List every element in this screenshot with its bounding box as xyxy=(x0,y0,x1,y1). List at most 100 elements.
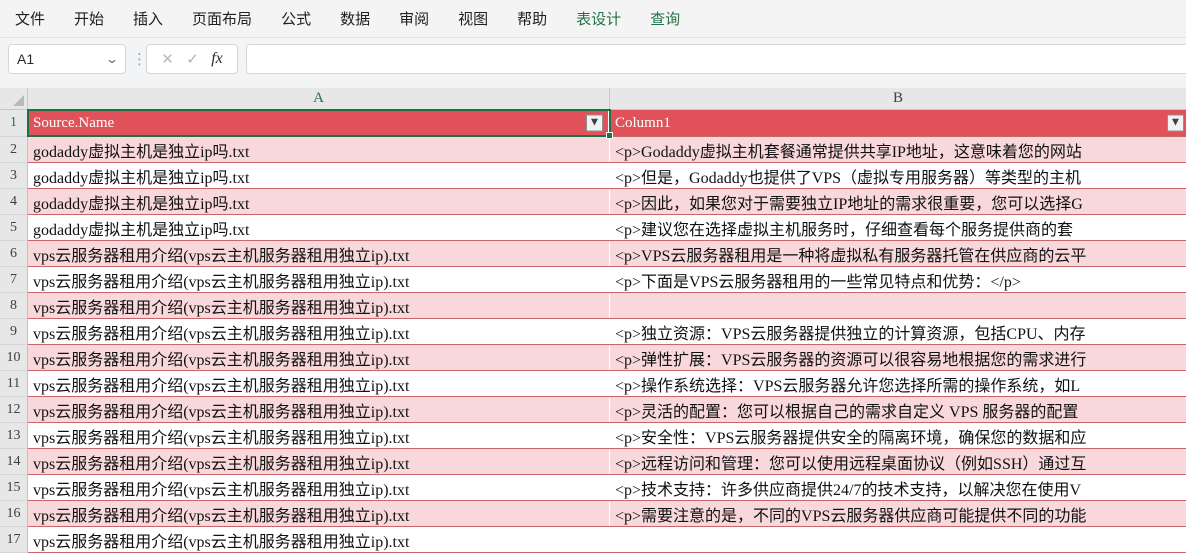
row-number[interactable]: 6 xyxy=(0,241,28,267)
row-number[interactable]: 10 xyxy=(0,345,28,371)
formula-input[interactable] xyxy=(246,44,1186,74)
cell-a[interactable]: vps云服务器租用介绍(vps云主机服务器租用独立ip).txt xyxy=(28,423,610,448)
cell-a[interactable]: vps云服务器租用介绍(vps云主机服务器租用独立ip).txt xyxy=(28,345,610,370)
row-number[interactable]: 9 xyxy=(0,319,28,345)
table-row: 16 vps云服务器租用介绍(vps云主机服务器租用独立ip).txt <p>需… xyxy=(0,501,1186,527)
row-number[interactable]: 16 xyxy=(0,501,28,527)
filter-button-b[interactable]: ▼ xyxy=(1167,115,1184,132)
cell-b[interactable] xyxy=(610,293,1186,318)
column-header-b[interactable]: B xyxy=(610,88,1186,110)
row-number[interactable]: 3 xyxy=(0,163,28,189)
table-row: 13 vps云服务器租用介绍(vps云主机服务器租用独立ip).txt <p>安… xyxy=(0,423,1186,449)
cell-b[interactable]: <p>但是，Godaddy也提供了VPS（虚拟专用服务器）等类型的主机 xyxy=(610,163,1186,188)
table-row: 4 godaddy虚拟主机是独立ip吗.txt <p>因此，如果您对于需要独立I… xyxy=(0,189,1186,215)
header-cell-column1[interactable]: Column1 ▼ xyxy=(610,110,1186,136)
table-row: 5 godaddy虚拟主机是独立ip吗.txt <p>建议您在选择虚拟主机服务时… xyxy=(0,215,1186,241)
table-row: 15 vps云服务器租用介绍(vps云主机服务器租用独立ip).txt <p>技… xyxy=(0,475,1186,501)
name-box-value: A1 xyxy=(17,51,107,67)
spreadsheet-app: 文件开始插入页面布局公式数据审阅视图帮助表设计查询 A1 ⌄ ⋮ ✕ ✓ fx … xyxy=(0,0,1186,553)
menu-item-插入[interactable]: 插入 xyxy=(133,8,163,29)
cell-b[interactable]: <p>Godaddy虚拟主机套餐通常提供共享IP地址，这意味着您的网站 xyxy=(610,137,1186,162)
row-number[interactable]: 13 xyxy=(0,423,28,449)
table-row: 9 vps云服务器租用介绍(vps云主机服务器租用独立ip).txt <p>独立… xyxy=(0,319,1186,345)
menu-item-查询[interactable]: 查询 xyxy=(650,8,680,29)
cell-b[interactable]: <p>独立资源：VPS云服务器提供独立的计算资源，包括CPU、内存 xyxy=(610,319,1186,344)
table-row: 2 godaddy虚拟主机是独立ip吗.txt <p>Godaddy虚拟主机套餐… xyxy=(0,137,1186,163)
menu-item-页面布局[interactable]: 页面布局 xyxy=(192,8,252,29)
row-number[interactable]: 2 xyxy=(0,137,28,163)
confirm-icon[interactable]: ✓ xyxy=(186,50,199,68)
cell-a[interactable]: godaddy虚拟主机是独立ip吗.txt xyxy=(28,215,610,240)
cell-a[interactable]: vps云服务器租用介绍(vps云主机服务器租用独立ip).txt xyxy=(28,449,610,474)
menu-item-帮助[interactable]: 帮助 xyxy=(517,8,547,29)
cell-b[interactable] xyxy=(610,527,1186,552)
table-row: 3 godaddy虚拟主机是独立ip吗.txt <p>但是，Godaddy也提供… xyxy=(0,163,1186,189)
cell-b[interactable]: <p>VPS云服务器租用是一种将虚拟私有服务器托管在供应商的云平 xyxy=(610,241,1186,266)
cell-a[interactable]: godaddy虚拟主机是独立ip吗.txt xyxy=(28,163,610,188)
row-number[interactable]: 17 xyxy=(0,527,28,553)
row-number[interactable]: 1 xyxy=(0,110,28,137)
row-number[interactable]: 14 xyxy=(0,449,28,475)
cell-b[interactable]: <p>下面是VPS云服务器租用的一些常见特点和优势：</p> xyxy=(610,267,1186,292)
row-number[interactable]: 7 xyxy=(0,267,28,293)
table-row: 8 vps云服务器租用介绍(vps云主机服务器租用独立ip).txt xyxy=(0,293,1186,319)
fx-icon[interactable]: fx xyxy=(211,50,223,68)
menubar: 文件 开始 插入 页面布局 公式 数据 审阅 视图 帮助 表设计 查询 xyxy=(0,0,1186,38)
cell-a[interactable]: vps云服务器租用介绍(vps云主机服务器租用独立ip).txt xyxy=(28,267,610,292)
column-header-a[interactable]: A xyxy=(28,88,610,110)
cell-a[interactable]: vps云服务器租用介绍(vps云主机服务器租用独立ip).txt xyxy=(28,527,610,552)
sheet-rows: 2 godaddy虚拟主机是独立ip吗.txt <p>Godaddy虚拟主机套餐… xyxy=(0,137,1186,553)
cell-a[interactable]: vps云服务器租用介绍(vps云主机服务器租用独立ip).txt xyxy=(28,397,610,422)
row-number[interactable]: 11 xyxy=(0,371,28,397)
header-label-a: Source.Name xyxy=(33,115,114,132)
row-number[interactable]: 8 xyxy=(0,293,28,319)
cell-a[interactable]: vps云服务器租用介绍(vps云主机服务器租用独立ip).txt xyxy=(28,371,610,396)
table-header-row: 1 Source.Name ▼ Column1 ▼ xyxy=(0,110,1186,137)
cell-b[interactable]: <p>弹性扩展：VPS云服务器的资源可以很容易地根据您的需求进行 xyxy=(610,345,1186,370)
cell-a[interactable]: vps云服务器租用介绍(vps云主机服务器租用独立ip).txt xyxy=(28,501,610,526)
menu-item-文件[interactable]: 文件 xyxy=(15,8,45,29)
row-number[interactable]: 12 xyxy=(0,397,28,423)
menu-item-审阅[interactable]: 审阅 xyxy=(399,8,429,29)
row-number[interactable]: 4 xyxy=(0,189,28,215)
select-all-corner[interactable] xyxy=(0,88,28,110)
table-row: 11 vps云服务器租用介绍(vps云主机服务器租用独立ip).txt <p>操… xyxy=(0,371,1186,397)
menu-item-表设计[interactable]: 表设计 xyxy=(576,8,621,29)
menu-item-数据[interactable]: 数据 xyxy=(340,8,370,29)
menu-item-开始[interactable]: 开始 xyxy=(74,8,104,29)
cell-a[interactable]: vps云服务器租用介绍(vps云主机服务器租用独立ip).txt xyxy=(28,475,610,500)
table-row: 12 vps云服务器租用介绍(vps云主机服务器租用独立ip).txt <p>灵… xyxy=(0,397,1186,423)
filter-button-a[interactable]: ▼ xyxy=(586,115,603,132)
cell-b[interactable]: <p>需要注意的是，不同的VPS云服务器供应商可能提供不同的功能 xyxy=(610,501,1186,526)
row-number[interactable]: 15 xyxy=(0,475,28,501)
menu-item-视图[interactable]: 视图 xyxy=(458,8,488,29)
formula-bar-area: A1 ⌄ ⋮ ✕ ✓ fx xyxy=(0,38,1186,88)
table-row: 17 vps云服务器租用介绍(vps云主机服务器租用独立ip).txt xyxy=(0,527,1186,553)
fill-handle[interactable] xyxy=(606,132,613,139)
cell-a[interactable]: vps云服务器租用介绍(vps云主机服务器租用独立ip).txt xyxy=(28,241,610,266)
separator-dots-icon: ⋮ xyxy=(132,46,147,72)
table-row: 7 vps云服务器租用介绍(vps云主机服务器租用独立ip).txt <p>下面… xyxy=(0,267,1186,293)
cell-b[interactable]: <p>技术支持：许多供应商提供24/7的技术支持，以解决您在使用V xyxy=(610,475,1186,500)
cell-a[interactable]: godaddy虚拟主机是独立ip吗.txt xyxy=(28,189,610,214)
formula-buttons: ✕ ✓ fx xyxy=(146,44,238,74)
menu-item-公式[interactable]: 公式 xyxy=(281,8,311,29)
table-row: 6 vps云服务器租用介绍(vps云主机服务器租用独立ip).txt <p>VP… xyxy=(0,241,1186,267)
cell-b[interactable]: <p>灵活的配置：您可以根据自己的需求自定义 VPS 服务器的配置 xyxy=(610,397,1186,422)
row-number[interactable]: 5 xyxy=(0,215,28,241)
column-header-strip: A B xyxy=(0,88,1186,110)
cell-a[interactable]: vps云服务器租用介绍(vps云主机服务器租用独立ip).txt xyxy=(28,319,610,344)
header-cell-source-name[interactable]: Source.Name ▼ xyxy=(28,110,610,136)
cell-b[interactable]: <p>操作系统选择：VPS云服务器允许您选择所需的操作系统，如L xyxy=(610,371,1186,396)
chevron-down-icon[interactable]: ⌄ xyxy=(105,52,119,66)
cell-b[interactable]: <p>安全性：VPS云服务器提供安全的隔离环境，确保您的数据和应 xyxy=(610,423,1186,448)
cell-b[interactable]: <p>建议您在选择虚拟主机服务时，仔细查看每个服务提供商的套 xyxy=(610,215,1186,240)
header-label-b: Column1 xyxy=(615,115,671,132)
cell-a[interactable]: godaddy虚拟主机是独立ip吗.txt xyxy=(28,137,610,162)
cancel-icon[interactable]: ✕ xyxy=(161,50,174,68)
name-box[interactable]: A1 ⌄ xyxy=(8,44,126,74)
cell-b[interactable]: <p>因此，如果您对于需要独立IP地址的需求很重要，您可以选择G xyxy=(610,189,1186,214)
cell-a[interactable]: vps云服务器租用介绍(vps云主机服务器租用独立ip).txt xyxy=(28,293,610,318)
table-row: 10 vps云服务器租用介绍(vps云主机服务器租用独立ip).txt <p>弹… xyxy=(0,345,1186,371)
cell-b[interactable]: <p>远程访问和管理：您可以使用远程桌面协议（例如SSH）通过互 xyxy=(610,449,1186,474)
